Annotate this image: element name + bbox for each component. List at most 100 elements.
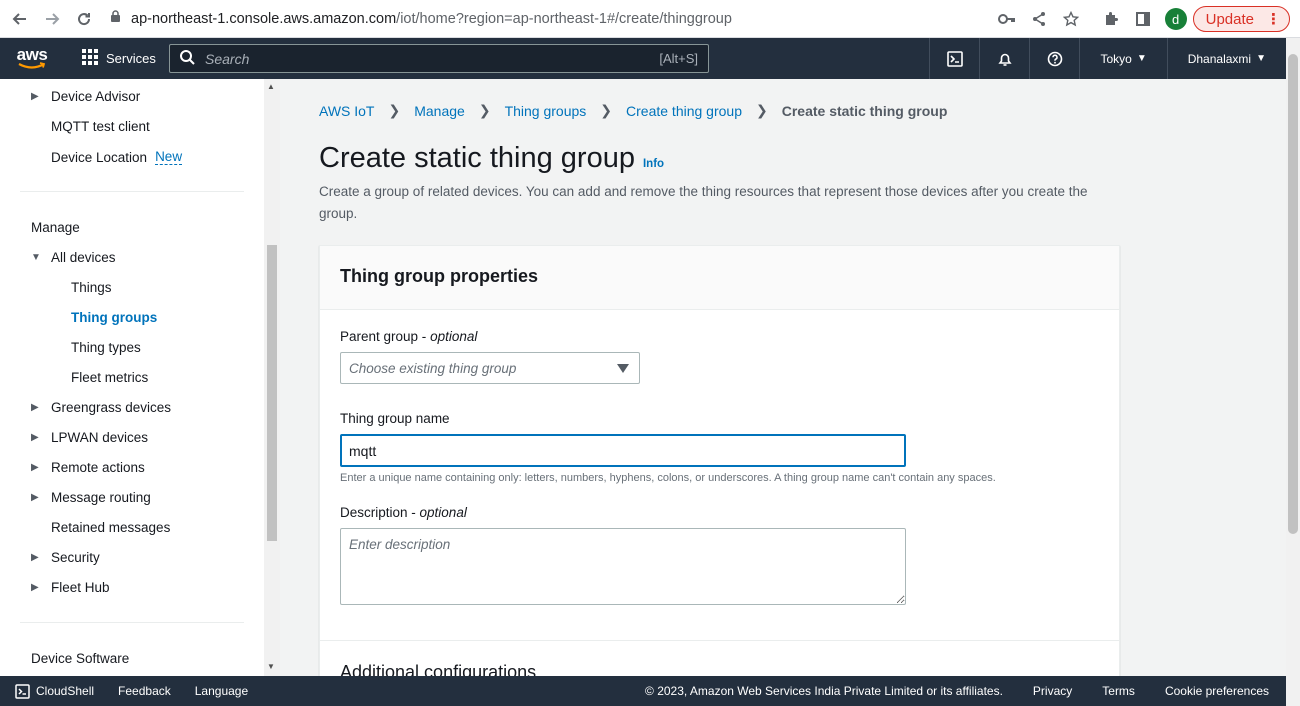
- new-badge: New: [155, 149, 183, 165]
- forward-icon[interactable]: [36, 3, 68, 35]
- sidebar-item-label: Device Location: [51, 149, 148, 165]
- scroll-down-icon[interactable]: ▼: [267, 662, 275, 671]
- caret-right-icon: ▶: [31, 91, 39, 102]
- back-icon[interactable]: [4, 3, 36, 35]
- caret-down-icon: ▼: [1136, 53, 1147, 64]
- sidebar-item-lpwan-devices[interactable]: ▶ LPWAN devices: [31, 430, 148, 445]
- address-bar[interactable]: ap-northeast-1.console.aws.amazon.com/io…: [110, 5, 732, 32]
- bookmark-star-icon[interactable]: [1055, 3, 1087, 35]
- sidebar-item-fleet-metrics[interactable]: Fleet metrics: [71, 370, 148, 385]
- sidebar-item-thing-groups[interactable]: Thing groups: [71, 310, 157, 325]
- privacy-link[interactable]: Privacy: [1033, 684, 1072, 698]
- sidebar-item-label: MQTT test client: [51, 119, 150, 134]
- page-scroll-thumb[interactable]: [1288, 54, 1298, 534]
- aws-smile-icon: [18, 61, 46, 69]
- main-content: AWS IoT ❯ Manage ❯ Thing groups ❯ Create…: [280, 79, 1286, 676]
- account-menu[interactable]: Dhanalaxmi ▼: [1166, 38, 1286, 79]
- parent-group-label-text: Parent group -: [340, 329, 431, 344]
- cloudshell-icon: [15, 683, 30, 699]
- key-icon[interactable]: [991, 3, 1023, 35]
- caret-right-icon: ▶: [31, 582, 39, 593]
- thing-group-name-label: Thing group name: [340, 411, 450, 426]
- extensions-icon[interactable]: [1095, 3, 1127, 35]
- sidebar-section-device-software: Device Software: [31, 651, 130, 666]
- search-icon: [180, 49, 195, 68]
- sidebar-item-mqtt-test-client[interactable]: MQTT test client: [51, 119, 150, 134]
- sidebar-item-retained-messages[interactable]: Retained messages: [51, 520, 170, 535]
- feedback-link[interactable]: Feedback: [118, 684, 171, 698]
- description-textarea[interactable]: [340, 528, 906, 605]
- services-label: Services: [106, 51, 156, 66]
- caret-right-icon: ▶: [31, 462, 39, 473]
- search-placeholder: Search: [205, 50, 250, 67]
- share-icon[interactable]: [1023, 3, 1055, 35]
- sidebar-item-label: All devices: [51, 250, 116, 265]
- page-description: Create a group of related devices. You c…: [319, 184, 1088, 221]
- parent-group-select[interactable]: Choose existing thing group: [340, 352, 640, 384]
- info-link[interactable]: Info: [643, 158, 664, 170]
- chevron-right-icon: ❯: [600, 102, 613, 118]
- sidebar-item-label: Thing types: [71, 340, 141, 355]
- panel-divider: [320, 640, 1119, 641]
- sidebar-divider: [20, 191, 244, 192]
- page-scrollbar[interactable]: [1286, 38, 1300, 706]
- scroll-up-icon[interactable]: ▲: [267, 82, 275, 91]
- browser-toolbar: ap-northeast-1.console.aws.amazon.com/io…: [0, 0, 1300, 38]
- sidebar-item-label: Greengrass devices: [51, 400, 172, 415]
- description-label-text: Description -: [340, 505, 420, 520]
- sidebar-item-security[interactable]: ▶ Security: [31, 550, 100, 565]
- chevron-right-icon: ❯: [755, 102, 768, 118]
- region-selector[interactable]: Tokyo ▼: [1079, 38, 1166, 79]
- update-button[interactable]: Update ⋮: [1192, 6, 1290, 32]
- sidebar-item-all-devices[interactable]: ▼ All devices: [31, 250, 116, 265]
- additional-configurations-heading[interactable]: Additional configurations: [340, 662, 536, 676]
- sidebar-item-label: Remote actions: [51, 460, 145, 475]
- reload-icon[interactable]: [68, 3, 100, 35]
- parent-group-placeholder: Choose existing thing group: [349, 360, 517, 376]
- cloudshell-button[interactable]: CloudShell: [15, 683, 94, 699]
- sidebar-item-fleet-hub[interactable]: ▶ Fleet Hub: [31, 580, 110, 595]
- parent-group-label: Parent group - optional: [340, 329, 477, 344]
- breadcrumb-manage[interactable]: Manage: [414, 103, 465, 119]
- caret-down-icon: ▼: [1256, 53, 1266, 64]
- sidebar-scrollbar[interactable]: ▲ ▼: [264, 79, 280, 676]
- breadcrumb-aws-iot[interactable]: AWS IoT: [319, 103, 375, 119]
- aws-logo-text: aws: [16, 44, 48, 64]
- aws-top-nav: aws Services Search [Alt+S] Tokyo ▼ Dhana…: [0, 38, 1286, 79]
- breadcrumb-thing-groups[interactable]: Thing groups: [505, 103, 587, 119]
- notifications-bell-icon[interactable]: [979, 38, 1029, 79]
- sidebar-item-device-advisor[interactable]: ▶ Device Advisor: [31, 89, 140, 104]
- services-menu[interactable]: Services: [82, 49, 156, 68]
- cloudshell-icon[interactable]: [929, 38, 979, 79]
- chevron-right-icon: ❯: [388, 102, 401, 118]
- help-icon[interactable]: [1029, 38, 1079, 79]
- sidebar-item-device-location[interactable]: Device Location New: [51, 149, 183, 165]
- update-label: Update: [1205, 10, 1254, 28]
- thing-group-name-input[interactable]: [340, 434, 906, 467]
- cookie-preferences-link[interactable]: Cookie preferences: [1165, 684, 1269, 698]
- sidebar-item-label: LPWAN devices: [51, 430, 149, 445]
- terms-link[interactable]: Terms: [1102, 684, 1135, 698]
- caret-right-icon: ▶: [31, 432, 39, 443]
- aws-logo[interactable]: aws: [0, 38, 64, 79]
- sidebar-item-label: Things: [71, 280, 112, 295]
- sidebar-scroll-thumb[interactable]: [267, 245, 277, 541]
- global-search[interactable]: Search [Alt+S]: [169, 44, 709, 73]
- sidebar-item-things[interactable]: Things: [71, 280, 112, 295]
- profile-avatar[interactable]: d: [1164, 8, 1187, 30]
- breadcrumb: AWS IoT ❯ Manage ❯ Thing groups ❯ Create…: [319, 102, 947, 119]
- optional-text: optional: [430, 329, 478, 344]
- language-link[interactable]: Language: [195, 684, 248, 698]
- side-navigation: ▶ Device Advisor MQTT test client Device …: [0, 79, 264, 676]
- sidebar-section-manage: Manage: [31, 220, 80, 235]
- sidebar-item-thing-types[interactable]: Thing types: [71, 340, 141, 355]
- sidebar-item-message-routing[interactable]: ▶ Message routing: [31, 490, 151, 505]
- chevron-right-icon: ❯: [478, 102, 491, 118]
- sidebar-divider: [20, 622, 244, 623]
- caret-right-icon: ▶: [31, 492, 39, 503]
- sidebar-item-label: Security: [51, 550, 100, 565]
- sidebar-item-greengrass-devices[interactable]: ▶ Greengrass devices: [31, 400, 171, 415]
- breadcrumb-create-thing-group[interactable]: Create thing group: [626, 103, 742, 119]
- side-panel-icon[interactable]: [1127, 3, 1159, 35]
- sidebar-item-remote-actions[interactable]: ▶ Remote actions: [31, 460, 145, 475]
